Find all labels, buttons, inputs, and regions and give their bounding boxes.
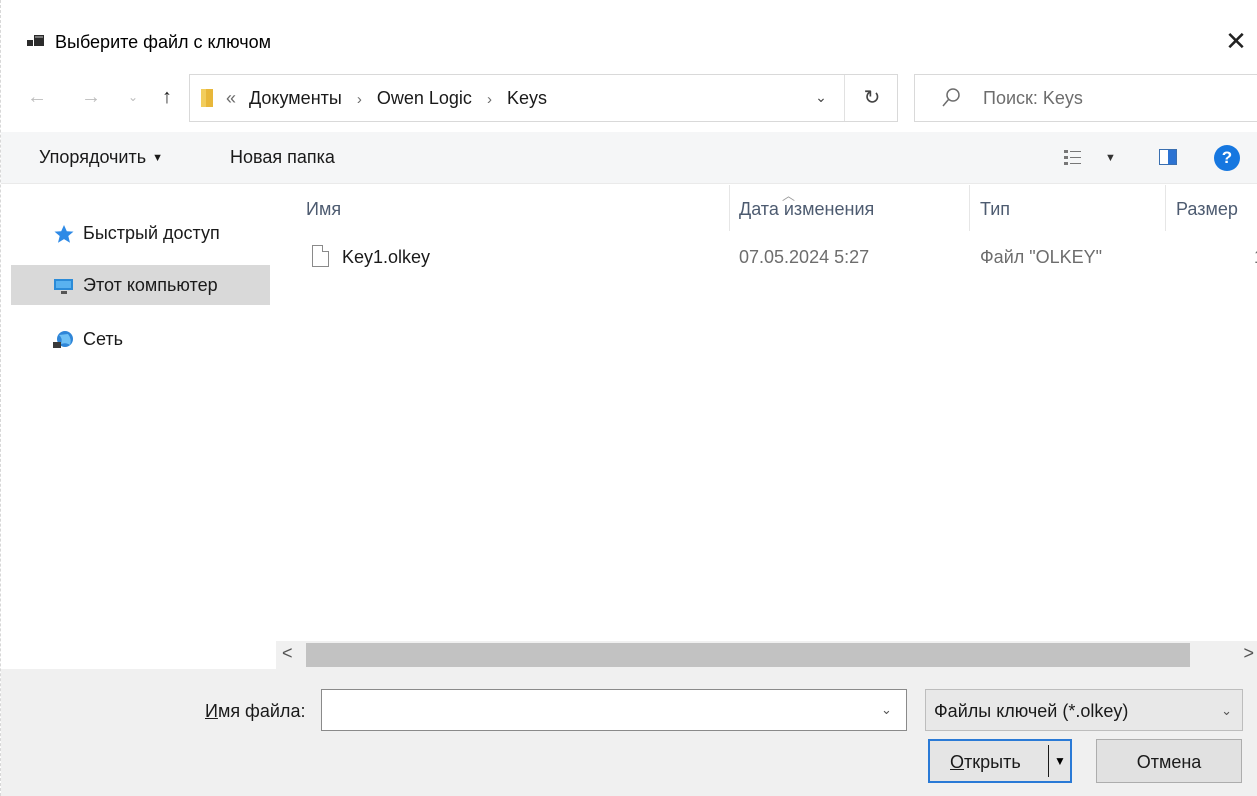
open-button-label: Открыть [950,752,1021,773]
breadcrumb: « Документы › Owen Logic › Keys [226,88,547,109]
breadcrumb-item-documents[interactable]: Документы [249,88,342,108]
file-type-filter-value: Файлы ключей (*.olkey) [934,701,1129,721]
sidebar-item-network[interactable]: Сеть [1,319,271,359]
file-type-filter-select[interactable]: Файлы ключей (*.olkey) ⌄ [925,689,1243,731]
open-accesskey: О [950,752,965,772]
column-header-date-modified[interactable]: Дата изменения [739,199,874,220]
filename-label: Имя файла: [205,701,305,722]
folder-icon [201,89,213,107]
sidebar-item-label: Быстрый доступ [83,223,220,243]
table-row[interactable]: Key1.olkey 07.05.2024 5:27 Файл "OLKEY" … [304,241,1257,279]
chevron-down-icon: ⌄ [1221,703,1232,718]
file-name: Key1.olkey [342,247,431,267]
cancel-button-label: Отмена [1136,752,1202,772]
file-icon [312,245,329,267]
address-divider [844,75,845,121]
sidebar-item-this-pc[interactable]: Этот компьютер [11,265,270,305]
computer-icon [54,279,73,294]
split-divider [1048,745,1049,777]
column-divider[interactable] [1165,185,1166,231]
close-button[interactable]: ✕ [1216,24,1256,58]
file-type: Файл "OLKEY" [980,247,1103,267]
preview-pane-icon[interactable] [1159,149,1177,165]
filename-label-text: мя файла: [217,701,306,721]
command-toolbar: Упорядочить ▼ Новая папка ▼ ? [1,132,1257,184]
column-header-size[interactable]: Размер [1176,199,1238,220]
breadcrumb-item-owen-logic[interactable]: Owen Logic [377,88,472,108]
column-divider[interactable] [729,185,730,231]
scroll-left-arrow-icon[interactable]: < [282,643,293,664]
search-box[interactable]: Поиск: Keys [914,74,1257,122]
file-date-modified: 07.05.2024 5:27 [739,247,870,267]
view-details-icon[interactable] [1063,148,1083,168]
breadcrumb-separator-icon[interactable]: › [357,91,362,108]
breadcrumb-item-keys[interactable]: Keys [507,88,547,108]
organize-menu-button[interactable]: Упорядочить ▼ [39,147,163,168]
up-arrow-icon[interactable]: ↑ [153,84,181,110]
file-selection-panel: Имя файла: ⌄ Файлы ключей (*.olkey) ⌄ От… [1,669,1257,796]
organize-label: Упорядочить [39,147,147,167]
forward-arrow-icon[interactable]: → [77,84,105,110]
search-icon [942,88,960,107]
open-label-text: ткрыть [964,752,1021,772]
cancel-button[interactable]: Отмена [1096,739,1242,783]
filename-history-chevron-icon[interactable]: ⌄ [881,702,892,718]
split-dropdown-icon[interactable]: ▼ [1054,754,1066,768]
scrollbar-thumb[interactable] [306,643,1190,667]
navigation-bar: ← → ⌄ ↑ « Документы › Owen Logic › Keys … [1,72,1257,124]
breadcrumb-separator-icon[interactable]: › [487,91,492,108]
caret-down-icon: ▼ [152,152,164,164]
file-list: ︿ Имя Дата изменения Тип Размер Key1.olk… [276,185,1257,641]
title-bar: Выберите файл с ключом ✕ [1,18,1257,68]
refresh-icon[interactable]: ↻ [854,85,890,110]
column-header-name[interactable]: Имя [306,199,341,220]
scroll-right-arrow-icon[interactable]: > [1243,643,1254,664]
file-open-dialog: Выберите файл с ключом ✕ ← → ⌄ ↑ « Докум… [0,0,1257,796]
network-icon [53,331,73,348]
filename-label-accesskey: И [205,701,218,721]
star-icon [54,225,74,243]
address-bar[interactable]: « Документы › Owen Logic › Keys ⌄ ↻ [189,74,898,122]
address-dropdown-icon[interactable]: ⌄ [806,89,836,106]
help-icon[interactable]: ? [1214,145,1240,171]
search-placeholder: Поиск: Keys [983,88,1083,108]
filename-input[interactable] [321,689,907,731]
recent-locations-chevron-icon[interactable]: ⌄ [119,84,147,110]
view-options-caret-icon[interactable]: ▼ [1105,152,1116,164]
column-divider[interactable] [969,185,970,231]
sidebar-item-label: Этот компьютер [83,275,218,295]
app-icon [27,35,44,46]
open-button[interactable]: Открыть ▼ [928,739,1072,783]
back-arrow-icon[interactable]: ← [23,84,51,110]
horizontal-scrollbar[interactable]: < > [276,641,1257,669]
navigation-pane: Быстрый доступ Этот компьютер Сеть [1,185,271,679]
new-folder-button[interactable]: Новая папка [230,147,335,168]
breadcrumb-overflow-icon[interactable]: « [226,88,236,108]
column-header-type[interactable]: Тип [980,199,1010,220]
window-title: Выберите файл с ключом [55,32,272,52]
sidebar-item-label: Сеть [83,329,124,349]
sidebar-item-quick-access[interactable]: Быстрый доступ [1,213,271,253]
